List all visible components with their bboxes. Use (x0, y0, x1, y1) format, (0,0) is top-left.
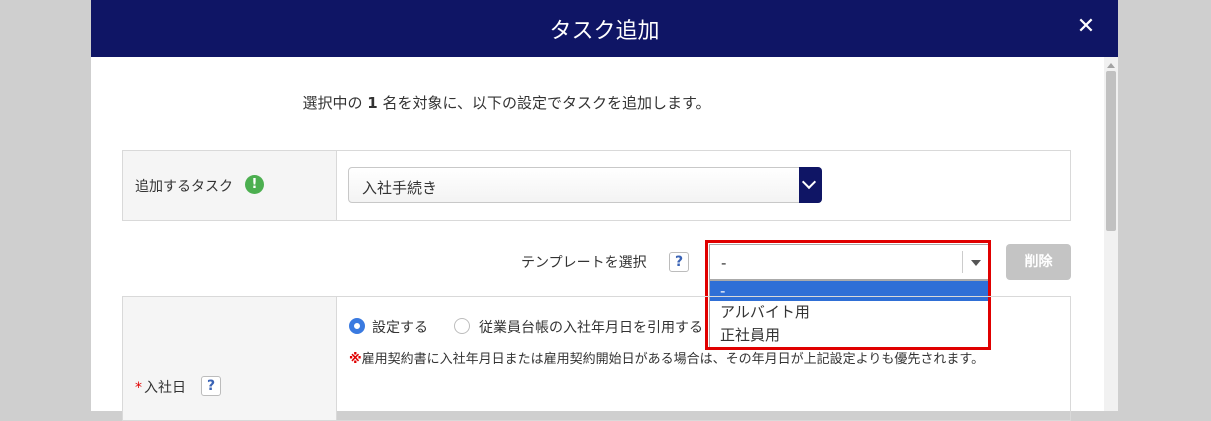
priority-note: ※雇用契約書に入社年月日または雇用契約開始日がある場合は、その年月日が上記設定よ… (349, 352, 985, 367)
task-label-cell: 追加するタスク ! (123, 151, 337, 220)
task-select-toggle[interactable] (799, 167, 822, 203)
hire-date-row: * 入社日 ? 設定する 従業員台帳の入社年月日を引用する ※雇用契約書に入社年月… (122, 296, 1071, 421)
task-label: 追加するタスク (135, 179, 233, 195)
radio-quote-ledger-label[interactable]: 従業員台帳の入社年月日を引用する (479, 317, 703, 337)
delete-button[interactable]: 削除 (1006, 244, 1071, 280)
radio-quote-ledger[interactable] (454, 318, 470, 334)
close-icon[interactable]: ✕ (1072, 13, 1100, 41)
intro-text: 選択中の 1 名を対象に、以下の設定でタスクを追加します。 (302, 94, 711, 112)
scroll-up-arrow-icon[interactable] (1107, 63, 1115, 68)
hire-date-label: * 入社日 (135, 380, 186, 396)
template-label: テンプレートを選択 (521, 255, 647, 271)
chevron-down-icon (801, 174, 817, 190)
task-select-value: 入社手続き (362, 179, 438, 197)
exclamation-icon[interactable]: ! (245, 175, 264, 194)
scrollbar-thumb[interactable] (1106, 71, 1116, 231)
required-mark: * (135, 380, 142, 396)
hire-date-label-cell: * 入社日 ? (123, 297, 337, 420)
dialog-title: タスク追加 (549, 18, 660, 44)
note-mark: ※ (349, 352, 362, 367)
radio-set-label[interactable]: 設定する (372, 317, 428, 337)
template-help-icon[interactable]: ? (669, 252, 689, 272)
task-row: 追加するタスク ! 入社手続き (122, 150, 1071, 221)
selected-count: 1 (367, 94, 378, 112)
hire-date-help-icon[interactable]: ? (201, 376, 221, 396)
scrollbar[interactable] (1104, 57, 1118, 411)
task-select[interactable]: 入社手続き (348, 167, 822, 203)
radio-set[interactable] (349, 318, 365, 334)
dialog-header: タスク追加 ✕ (91, 0, 1118, 57)
